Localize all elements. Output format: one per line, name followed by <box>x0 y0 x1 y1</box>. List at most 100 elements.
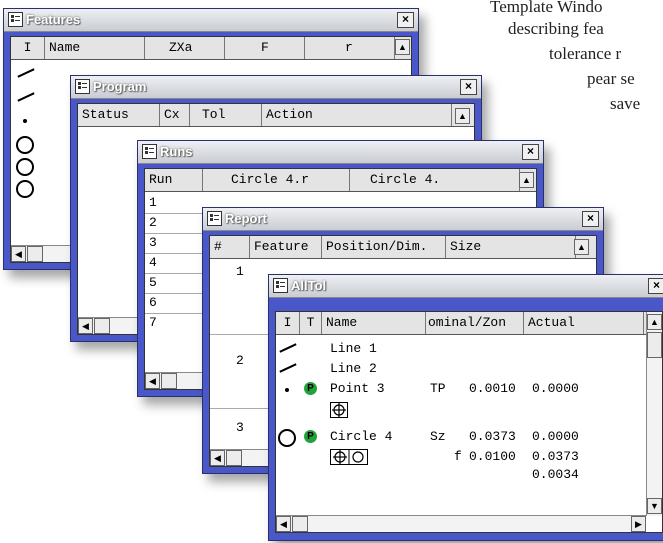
col-header-r[interactable]: r <box>305 37 395 59</box>
tolerance-type: f <box>454 449 462 464</box>
col-header-feature[interactable]: Feature <box>250 236 322 258</box>
col-header-status[interactable]: Status <box>78 104 160 126</box>
col-header-position[interactable]: Position/Dim. <box>322 236 446 258</box>
feature-name[interactable]: Point 3 <box>330 381 385 396</box>
position-symbol-icon <box>330 402 348 418</box>
col-header-f[interactable]: F <box>225 37 305 59</box>
col-header-zxa[interactable]: ZXa <box>145 37 225 59</box>
position-badge-icon: P <box>304 382 317 395</box>
feature-name[interactable]: Circle 4 <box>330 429 392 444</box>
alltol-titlebar[interactable]: AllTol × <box>269 275 663 298</box>
run-row[interactable]: 7 <box>149 315 157 330</box>
scroll-thumb[interactable] <box>292 516 308 532</box>
report-titlebar[interactable]: Report × <box>203 208 603 231</box>
report-header: # Feature Position/Dim. Size <box>210 236 596 259</box>
tolerance-type: TP <box>430 381 446 396</box>
report-row-number: 3 <box>236 420 244 435</box>
col-header-name[interactable]: Name <box>322 312 426 334</box>
col-header-nominal[interactable]: ominal/Zon <box>426 312 524 334</box>
bg-text-line-5: save <box>610 94 641 113</box>
report-title: Report <box>225 211 267 226</box>
scroll-thumb[interactable] <box>647 332 662 358</box>
scroll-thumb[interactable] <box>27 246 43 262</box>
window-list-icon <box>207 211 222 226</box>
col-header-action[interactable]: Action <box>262 104 452 126</box>
report-row-number: 2 <box>236 353 244 368</box>
col-header-actual[interactable]: Actual <box>524 312 644 334</box>
scroll-up-button[interactable]: ▲ <box>455 108 470 124</box>
scroll-left-button[interactable]: ◀ <box>11 246 26 262</box>
actual-value: 0.0000 <box>532 429 579 444</box>
window-list-icon <box>75 79 90 94</box>
line-icon <box>279 343 297 353</box>
circle-icon <box>16 158 34 176</box>
scroll-up-button[interactable]: ▲ <box>574 239 589 255</box>
col-header-number[interactable]: # <box>210 236 250 258</box>
alltol-header: I T Name ominal/Zon Actual <box>276 312 662 335</box>
col-header-run[interactable]: Run <box>145 169 203 191</box>
line-icon <box>17 92 35 102</box>
runs-header: Run Circle 4.r Circle 4. <box>145 169 536 192</box>
run-row[interactable]: 1 <box>149 195 157 210</box>
scroll-thumb[interactable] <box>94 318 110 334</box>
scroll-left-button[interactable]: ◀ <box>276 516 291 532</box>
position-badge-icon: P <box>304 430 317 443</box>
col-header-i[interactable]: I <box>11 37 45 59</box>
col-header-cx[interactable]: Cx <box>160 104 190 126</box>
program-title: Program <box>93 79 147 94</box>
col-header-t[interactable]: T <box>300 312 322 334</box>
features-header: I Name ZXa F r <box>11 37 411 60</box>
run-row[interactable]: 6 <box>149 295 157 310</box>
scroll-up-button[interactable]: ▲ <box>647 314 662 330</box>
scroll-up-button[interactable]: ▲ <box>395 39 410 55</box>
circle-icon <box>16 136 34 154</box>
run-row[interactable]: 2 <box>149 215 157 230</box>
nominal-value: 0.0010 <box>469 381 516 396</box>
col-header-circle-4-r[interactable]: Circle 4.r <box>203 169 350 191</box>
scroll-thumb[interactable] <box>161 373 177 389</box>
actual-value: 0.0000 <box>532 381 579 396</box>
line-icon <box>17 68 35 78</box>
scroll-left-button[interactable]: ◀ <box>145 373 160 389</box>
features-close-button[interactable]: × <box>397 12 414 28</box>
program-close-button[interactable]: × <box>460 79 477 95</box>
runs-close-button[interactable]: × <box>522 144 539 160</box>
circle-icon <box>16 180 34 198</box>
bg-text-line-1: Template Windo <box>490 0 603 16</box>
alltol-vertical-scrollbar[interactable]: ▲ ▼ <box>646 312 662 516</box>
alltol-close-button[interactable]: × <box>648 278 663 294</box>
col-header-size[interactable]: Size <box>446 236 576 258</box>
col-header-name[interactable]: Name <box>45 37 145 59</box>
run-row[interactable]: 5 <box>149 275 157 290</box>
feature-name[interactable]: Line 1 <box>330 341 377 356</box>
run-row[interactable]: 4 <box>149 255 157 270</box>
report-close-button[interactable]: × <box>582 211 599 227</box>
program-titlebar[interactable]: Program × <box>71 76 481 99</box>
scroll-down-button[interactable]: ▼ <box>647 498 662 514</box>
tolerance-type: Sz <box>430 429 446 444</box>
alltol-horizontal-scrollbar[interactable]: ◀ ▶ <box>276 515 646 532</box>
col-header-circle-4[interactable]: Circle 4. <box>350 169 520 191</box>
report-row-number: 1 <box>236 264 244 279</box>
line-icon <box>279 363 297 373</box>
bg-text-line-2: describing fea <box>508 19 604 38</box>
scroll-left-button[interactable]: ◀ <box>210 450 225 466</box>
scroll-up-button[interactable]: ▲ <box>519 172 534 188</box>
nominal-value: 0.0373 <box>469 429 516 444</box>
window-list-icon <box>8 12 23 27</box>
features-title: Features <box>26 12 81 27</box>
feature-name[interactable]: Line 2 <box>330 361 377 376</box>
scroll-right-button[interactable]: ▶ <box>631 516 646 532</box>
alltol-title: AllTol <box>291 278 327 293</box>
col-header-i[interactable]: I <box>276 312 300 334</box>
col-header-tol[interactable]: Tol <box>190 104 262 126</box>
circle-icon <box>278 429 296 447</box>
scroll-thumb[interactable] <box>226 450 242 466</box>
window-list-icon <box>142 144 157 159</box>
actual-value: 0.0373 <box>532 449 579 464</box>
position-circularity-symbol-icon <box>330 449 368 465</box>
run-row[interactable]: 3 <box>149 235 157 250</box>
scroll-left-button[interactable]: ◀ <box>78 318 93 334</box>
features-titlebar[interactable]: Features × <box>4 9 418 32</box>
runs-titlebar[interactable]: Runs × <box>138 141 543 164</box>
